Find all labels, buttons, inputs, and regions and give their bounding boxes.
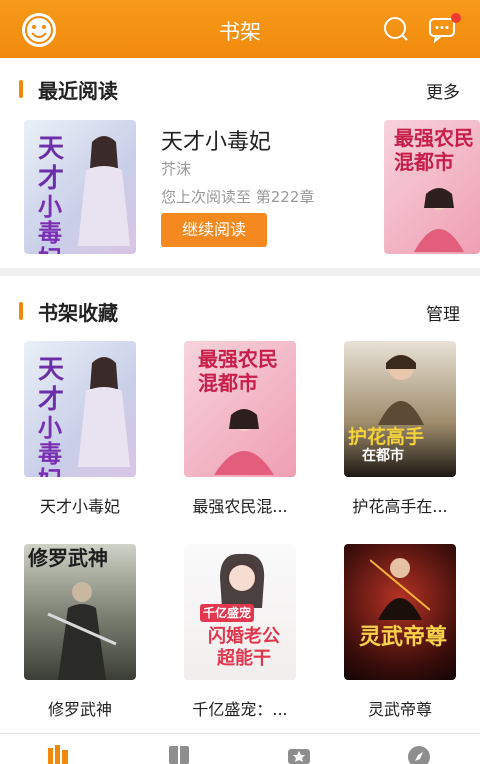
cover-title: 修罗武神 bbox=[28, 546, 108, 570]
cover-figure bbox=[78, 357, 130, 467]
recent-book-author: 芥沫 bbox=[161, 160, 192, 178]
more-link[interactable]: 更多 bbox=[426, 78, 460, 103]
search-icon[interactable] bbox=[381, 14, 411, 44]
book-title[interactable]: 灵武帝尊 bbox=[325, 696, 475, 720]
cover-title: 灵武帝尊 bbox=[358, 624, 447, 650]
cover-subtitle: 超能干 bbox=[217, 648, 271, 669]
cover-figure bbox=[378, 354, 424, 425]
cover-figure bbox=[414, 188, 464, 252]
notification-dot bbox=[451, 13, 461, 23]
section-divider bbox=[0, 268, 480, 276]
reading-progress: 您上次阅读至 第222章 bbox=[161, 188, 315, 206]
ranking-icon[interactable] bbox=[286, 744, 312, 764]
cover-figure bbox=[214, 409, 274, 475]
bookshelf-icon[interactable] bbox=[46, 744, 72, 764]
recent-book-title[interactable]: 天才小毒妃 bbox=[161, 124, 271, 156]
book-cover-partial[interactable]: 最强农民 混都市 bbox=[384, 120, 480, 254]
cover-title: 天才 bbox=[38, 355, 65, 415]
cover-tag: 千亿盛宠 bbox=[200, 604, 255, 622]
book-title[interactable]: 天才小毒妃 bbox=[5, 493, 155, 517]
book-cover[interactable]: 千亿盛宠 闪婚老公 超能干 bbox=[184, 544, 296, 680]
cover-title: 闪婚老公 bbox=[208, 626, 280, 647]
section-accent-bar bbox=[19, 80, 23, 98]
book-title[interactable]: 修罗武神 bbox=[5, 696, 155, 720]
cover-subtitle: 在都市 bbox=[362, 448, 404, 464]
manage-link[interactable]: 管理 bbox=[426, 300, 460, 325]
cover-figure bbox=[370, 558, 430, 620]
cover-title: 护花高手 bbox=[348, 426, 425, 448]
shelf-section-header: 书架收藏 管理 bbox=[0, 290, 480, 330]
cover-subtitle: 小毒妃 bbox=[38, 413, 62, 478]
section-title: 最近阅读 bbox=[38, 79, 118, 103]
cover-subtitle: 小毒妃 bbox=[38, 192, 62, 255]
cover-figure bbox=[220, 553, 265, 608]
book-cover[interactable]: 修罗武神 bbox=[24, 544, 136, 680]
section-title: 书架收藏 bbox=[38, 301, 118, 325]
cover-figure bbox=[47, 582, 117, 680]
cover-title: 最强农民 bbox=[394, 126, 474, 150]
book-title[interactable]: 千亿盛宠：... bbox=[165, 696, 315, 720]
bottom-nav bbox=[0, 733, 480, 764]
book-title[interactable]: 最强农民混... bbox=[165, 493, 315, 517]
continue-reading-button[interactable]: 继续阅读 bbox=[161, 213, 267, 247]
cover-title: 最强农民 bbox=[198, 347, 278, 371]
library-icon[interactable] bbox=[166, 744, 192, 764]
cover-subtitle: 混都市 bbox=[394, 150, 454, 174]
cover-subtitle: 混都市 bbox=[198, 371, 258, 395]
section-accent-bar bbox=[19, 302, 23, 320]
recent-section-header: 最近阅读 更多 bbox=[0, 68, 480, 108]
book-cover[interactable]: 天才 小毒妃 bbox=[24, 341, 136, 477]
book-cover[interactable]: 护花高手 在都市 bbox=[344, 341, 456, 477]
cover-figure bbox=[78, 136, 130, 246]
book-cover[interactable]: 最强农民 混都市 bbox=[184, 341, 296, 477]
book-cover[interactable]: 天才 小毒妃 bbox=[24, 120, 136, 254]
book-title[interactable]: 护花高手在... bbox=[325, 493, 475, 517]
discover-icon[interactable] bbox=[406, 744, 432, 764]
top-bar: 书架 bbox=[0, 0, 480, 58]
book-cover[interactable]: 灵武帝尊 bbox=[344, 544, 456, 680]
cover-title: 天才 bbox=[38, 134, 65, 194]
